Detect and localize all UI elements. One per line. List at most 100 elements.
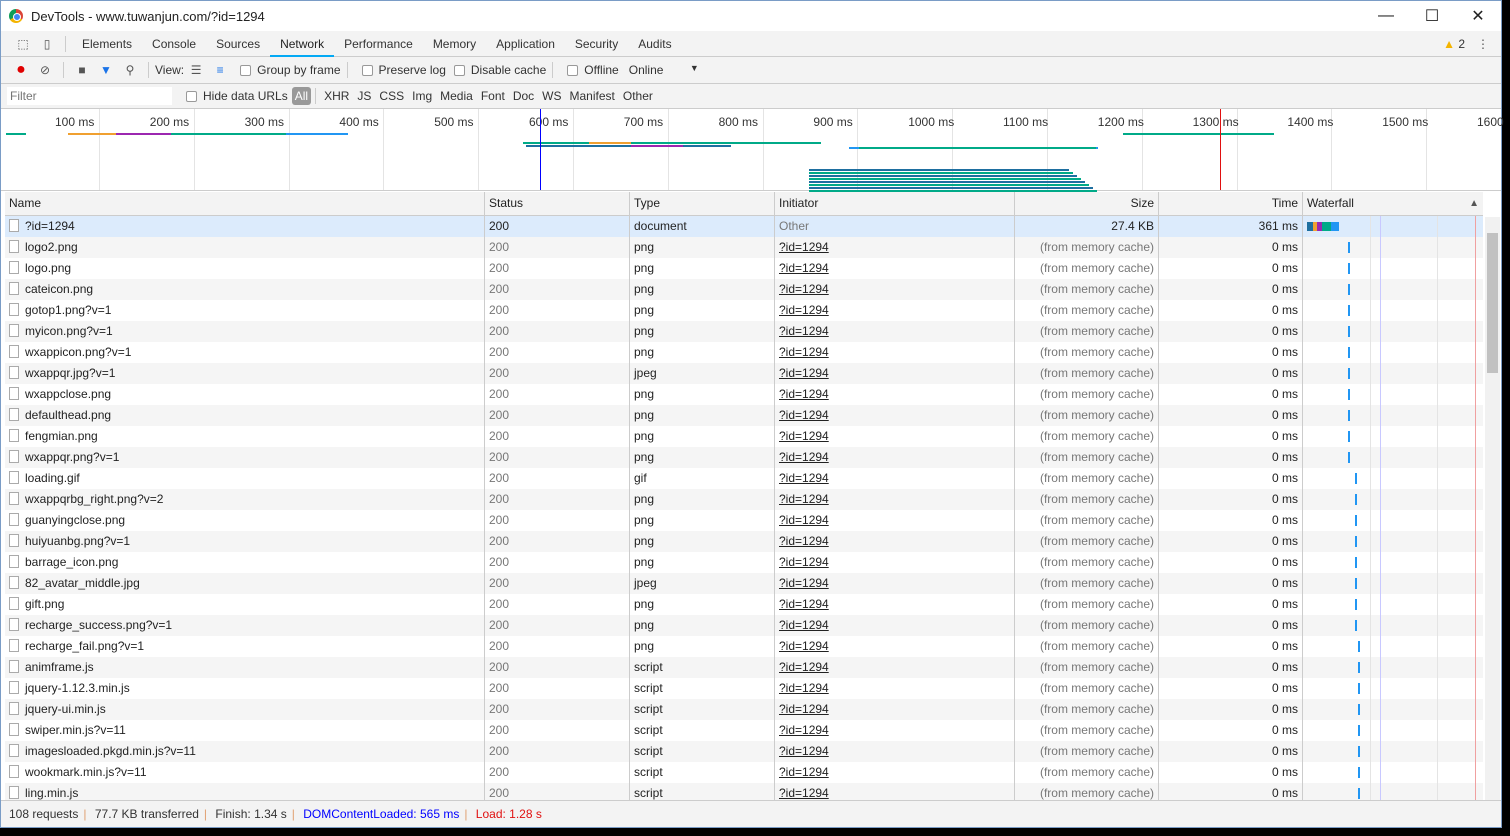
initiator-text[interactable]: ?id=1294 bbox=[779, 240, 829, 254]
filter-type-js[interactable]: JS bbox=[353, 89, 375, 103]
table-row[interactable]: barrage_icon.png 200 png ?id=1294 (from memo… bbox=[5, 552, 1483, 573]
tab-audits[interactable]: Audits bbox=[628, 31, 681, 57]
table-row[interactable]: ?id=1294 200 document Other 27.4 KB 361 ms bbox=[5, 216, 1483, 237]
sort-arrow-icon[interactable]: ▲ bbox=[1469, 198, 1479, 209]
initiator-text[interactable]: ?id=1294 bbox=[779, 471, 829, 485]
initiator-text[interactable]: ?id=1294 bbox=[779, 408, 829, 422]
table-row[interactable]: defaulthead.png 200 png ?id=1294 (from memor… bbox=[5, 405, 1483, 426]
column-header-size[interactable]: Size bbox=[1015, 192, 1159, 215]
initiator-text[interactable]: ?id=1294 bbox=[779, 744, 829, 758]
initiator-text[interactable]: ?id=1294 bbox=[779, 765, 829, 779]
cell-initiator[interactable]: ?id=1294 bbox=[775, 300, 1015, 321]
cell-initiator[interactable]: ?id=1294 bbox=[775, 783, 1015, 800]
tab-console[interactable]: Console bbox=[142, 31, 206, 57]
cell-initiator[interactable]: ?id=1294 bbox=[775, 342, 1015, 363]
table-row[interactable]: logo2.png 200 png ?id=1294 (from memory cach… bbox=[5, 237, 1483, 258]
tab-network[interactable]: Network bbox=[270, 31, 335, 57]
table-row[interactable]: recharge_fail.png?v=1 200 png ?id=1294 (from… bbox=[5, 636, 1483, 657]
tab-application[interactable]: Application bbox=[486, 31, 565, 57]
cell-initiator[interactable]: ?id=1294 bbox=[775, 447, 1015, 468]
disable-cache-checkbox[interactable] bbox=[453, 64, 465, 76]
tab-elements[interactable]: Elements bbox=[72, 31, 142, 57]
filter-type-media[interactable]: Media bbox=[436, 89, 477, 103]
column-header-time[interactable]: Time bbox=[1159, 192, 1303, 215]
cell-initiator[interactable]: ?id=1294 bbox=[775, 762, 1015, 783]
warning-count[interactable]: ▲ 2 bbox=[1443, 37, 1465, 51]
capture-screenshots-icon[interactable]: ■ bbox=[74, 63, 90, 77]
column-header-waterfall[interactable]: Waterfall bbox=[1303, 192, 1483, 215]
initiator-text[interactable]: ?id=1294 bbox=[779, 786, 829, 800]
filter-type-ws[interactable]: WS bbox=[538, 89, 565, 103]
cell-initiator[interactable]: ?id=1294 bbox=[775, 657, 1015, 678]
initiator-text[interactable]: ?id=1294 bbox=[779, 387, 829, 401]
close-button[interactable]: ✕ bbox=[1455, 6, 1501, 26]
tab-memory[interactable]: Memory bbox=[423, 31, 486, 57]
tab-performance[interactable]: Performance bbox=[334, 31, 423, 57]
column-header-status[interactable]: Status bbox=[485, 192, 630, 215]
cell-initiator[interactable]: ?id=1294 bbox=[775, 741, 1015, 762]
table-row[interactable]: imagesloaded.pkgd.min.js?v=11 200 script ?i… bbox=[5, 741, 1483, 762]
initiator-text[interactable]: ?id=1294 bbox=[779, 723, 829, 737]
initiator-text[interactable]: ?id=1294 bbox=[779, 618, 829, 632]
table-row[interactable]: jquery-ui.min.js 200 script ?id=1294 (from m… bbox=[5, 699, 1483, 720]
initiator-text[interactable]: ?id=1294 bbox=[779, 324, 829, 338]
filter-type-other[interactable]: Other bbox=[619, 89, 657, 103]
initiator-text[interactable]: ?id=1294 bbox=[779, 450, 829, 464]
table-row[interactable]: ling.min.js 200 script ?id=1294 (from memory… bbox=[5, 783, 1483, 800]
initiator-text[interactable]: ?id=1294 bbox=[779, 513, 829, 527]
cell-initiator[interactable]: ?id=1294 bbox=[775, 678, 1015, 699]
device-toolbar-icon[interactable]: ▯ bbox=[39, 37, 55, 51]
scrollbar-thumb[interactable] bbox=[1487, 233, 1498, 373]
initiator-text[interactable]: ?id=1294 bbox=[779, 555, 829, 569]
minimize-button[interactable]: — bbox=[1363, 7, 1409, 25]
cell-initiator[interactable]: ?id=1294 bbox=[775, 531, 1015, 552]
record-icon[interactable]: ● bbox=[13, 61, 29, 79]
cell-initiator[interactable]: ?id=1294 bbox=[775, 258, 1015, 279]
cell-initiator[interactable]: ?id=1294 bbox=[775, 384, 1015, 405]
cell-initiator[interactable]: ?id=1294 bbox=[775, 699, 1015, 720]
search-icon[interactable]: ⚲ bbox=[122, 63, 138, 77]
filter-type-img[interactable]: Img bbox=[408, 89, 436, 103]
table-row[interactable]: cateicon.png 200 png ?id=1294 (from memory c… bbox=[5, 279, 1483, 300]
offline-checkbox[interactable] bbox=[567, 64, 579, 76]
cell-initiator[interactable]: ?id=1294 bbox=[775, 321, 1015, 342]
filter-type-all[interactable]: All bbox=[291, 87, 312, 105]
initiator-text[interactable]: ?id=1294 bbox=[779, 660, 829, 674]
cell-initiator[interactable]: ?id=1294 bbox=[775, 636, 1015, 657]
preserve-log-checkbox[interactable] bbox=[361, 64, 373, 76]
more-menu-icon[interactable]: ⋮ bbox=[1475, 37, 1491, 51]
column-header-initiator[interactable]: Initiator bbox=[775, 192, 1015, 215]
tab-sources[interactable]: Sources bbox=[206, 31, 270, 57]
table-row[interactable]: wxappclose.png 200 png ?id=1294 (from memory… bbox=[5, 384, 1483, 405]
filter-icon[interactable]: ▼ bbox=[98, 63, 114, 77]
vertical-scrollbar[interactable] bbox=[1485, 217, 1500, 800]
cell-initiator[interactable]: ?id=1294 bbox=[775, 510, 1015, 531]
table-row[interactable]: wookmark.min.js?v=11 200 script ?id=1294 (fr… bbox=[5, 762, 1483, 783]
table-row[interactable]: wxappqrbg_right.png?v=2 200 png ?id=1294 (fr… bbox=[5, 489, 1483, 510]
initiator-text[interactable]: ?id=1294 bbox=[779, 534, 829, 548]
initiator-text[interactable]: ?id=1294 bbox=[779, 282, 829, 296]
table-row[interactable]: gotop1.png?v=1 200 png ?id=1294 (from memory… bbox=[5, 300, 1483, 321]
cell-initiator[interactable]: ?id=1294 bbox=[775, 405, 1015, 426]
table-row[interactable]: guanyingclose.png 200 png ?id=1294 (from mem… bbox=[5, 510, 1483, 531]
overview-icon[interactable]: ≡ bbox=[212, 63, 228, 77]
table-row[interactable]: myicon.png?v=1 200 png ?id=1294 (from memory… bbox=[5, 321, 1483, 342]
maximize-button[interactable]: ☐ bbox=[1409, 6, 1455, 26]
table-row[interactable]: logo.png 200 png ?id=1294 (from memory cache… bbox=[5, 258, 1483, 279]
filter-type-font[interactable]: Font bbox=[477, 89, 509, 103]
tab-security[interactable]: Security bbox=[565, 31, 628, 57]
large-rows-icon[interactable]: ☰ bbox=[188, 63, 204, 77]
filter-type-css[interactable]: CSS bbox=[375, 89, 408, 103]
table-row[interactable]: loading.gif 200 gif ?id=1294 (from memory ca… bbox=[5, 468, 1483, 489]
table-row[interactable]: gift.png 200 png ?id=1294 (from memory cache… bbox=[5, 594, 1483, 615]
cell-initiator[interactable]: ?id=1294 bbox=[775, 468, 1015, 489]
column-header-type[interactable]: Type bbox=[630, 192, 775, 215]
table-row[interactable]: wxappqr.png?v=1 200 png ?id=1294 (from memor… bbox=[5, 447, 1483, 468]
cell-initiator[interactable]: ?id=1294 bbox=[775, 594, 1015, 615]
table-row[interactable]: animframe.js 200 script ?id=1294 (from memor… bbox=[5, 657, 1483, 678]
inspect-element-icon[interactable]: ⬚ bbox=[15, 37, 31, 51]
initiator-text[interactable]: ?id=1294 bbox=[779, 681, 829, 695]
column-header-name[interactable]: Name bbox=[5, 192, 485, 215]
clear-icon[interactable]: ⊘ bbox=[37, 63, 53, 77]
cell-initiator[interactable]: ?id=1294 bbox=[775, 237, 1015, 258]
